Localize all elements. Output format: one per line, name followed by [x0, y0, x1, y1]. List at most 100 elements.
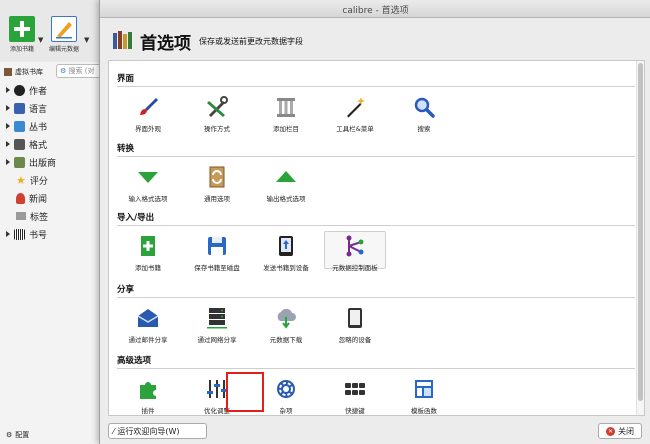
news-icon: [16, 192, 25, 204]
section-divider: [117, 86, 635, 87]
tree-label: 书号: [29, 230, 48, 241]
configure-button[interactable]: ⚙ 配置: [6, 430, 29, 440]
configure-icon: ⚙: [6, 431, 13, 439]
pref-save-to-disk[interactable]: 保存书籍至磁盘: [186, 234, 248, 272]
pref-common-options[interactable]: 通用选项: [186, 165, 248, 203]
pref-label: 输出格式选项: [266, 195, 306, 203]
tree-label: 格式: [29, 140, 48, 151]
pref-label: 杂项: [279, 407, 293, 415]
gear-icon: [277, 380, 295, 398]
server-icon: [207, 308, 227, 329]
tree-label: 新闻: [29, 194, 48, 205]
cloud-download-icon: [277, 308, 296, 329]
pref-label: 忽略的设备: [338, 336, 372, 344]
expand-icon[interactable]: [6, 123, 10, 129]
pref-search[interactable]: 搜索: [393, 95, 455, 133]
welcome-wizard-label: 运行欢迎向导(W): [117, 426, 180, 436]
section-divider: [117, 156, 635, 157]
pref-add-columns[interactable]: 添加栏目: [255, 95, 317, 133]
arrow-down-icon: [138, 172, 158, 183]
section-title-import-export: 导入/导出: [117, 213, 155, 223]
add-book-dropdown-icon[interactable]: ▼: [38, 36, 43, 44]
search-icon: [414, 97, 435, 118]
welcome-wizard-button[interactable]: ⁄ 运行欢迎向导(W): [108, 423, 207, 439]
pref-metadata-plugboards[interactable]: 元数据控制面板: [324, 231, 386, 272]
tree-item-isbn[interactable]: 书号: [6, 227, 47, 241]
tree-label: 出版商: [29, 158, 57, 169]
pref-label: 添加栏目: [273, 125, 299, 133]
tree-item-news[interactable]: 新闻: [16, 191, 47, 205]
search-placeholder: 搜索 (对: [68, 67, 95, 75]
template-icon: [415, 380, 433, 398]
arrow-up-icon: [276, 171, 296, 182]
tree-item-languages[interactable]: 语言: [6, 101, 47, 115]
search-icon: ⚙: [60, 67, 67, 75]
expand-icon[interactable]: [6, 141, 10, 147]
search-input[interactable]: ⚙ 搜索 (对: [56, 64, 102, 78]
barcode-icon: [14, 228, 25, 240]
pref-label: 快捷键: [345, 407, 365, 415]
pref-behavior[interactable]: 操作方式: [186, 95, 248, 133]
preferences-dialog: calibre - 首选项 首选项 保存或发送前更改元数据字段 界面 界面外观 …: [99, 0, 650, 444]
edit-metadata-dropdown-icon[interactable]: ▼: [84, 36, 89, 44]
convert-icon: [209, 166, 225, 188]
device-icon: [279, 236, 293, 256]
pref-template-functions[interactable]: 模板函数: [393, 377, 455, 415]
pref-miscellaneous[interactable]: 杂项: [255, 377, 317, 415]
pref-toolbars-menus[interactable]: 工具栏&菜单: [324, 95, 386, 133]
add-book-label: 添加书籍: [9, 46, 34, 53]
close-icon: ✕: [606, 426, 615, 436]
keyboard-icon: [345, 383, 365, 395]
plugins-highlight-box: [226, 372, 264, 412]
scrollbar-thumb[interactable]: [638, 63, 643, 401]
expand-icon[interactable]: [6, 159, 10, 165]
person-icon: [14, 84, 25, 96]
pref-adding-books[interactable]: 添加书籍: [117, 234, 179, 272]
series-icon: [14, 120, 25, 132]
preferences-panel: 界面 界面外观 操作方式 添加栏目 工具栏&菜单 搜索 转换 输入格式选项 通用…: [108, 60, 645, 416]
virtual-library-button[interactable]: 虚拟书库: [4, 67, 43, 77]
scrollbar[interactable]: [636, 61, 644, 415]
pref-input-options[interactable]: 输入格式选项: [117, 165, 179, 203]
pref-label: 通过邮件分享: [128, 336, 168, 344]
publisher-icon: [14, 156, 25, 168]
tree-label: 评分: [29, 176, 48, 187]
wand-icon: ⁄: [113, 426, 115, 436]
tree-item-authors[interactable]: 作者: [6, 83, 47, 97]
mail-icon: [137, 309, 159, 327]
tree-label: 标签: [30, 212, 49, 223]
edit-metadata-button[interactable]: 编辑元数据: [44, 16, 84, 53]
section-title-conversion: 转换: [117, 144, 135, 154]
add-book-button[interactable]: 添加书籍: [2, 16, 42, 53]
close-button[interactable]: ✕ 关闭: [598, 423, 642, 439]
pref-share-network[interactable]: 通过网络分享: [186, 306, 248, 344]
pref-label: 搜索: [417, 125, 431, 133]
pref-metadata-download[interactable]: 元数据下载: [255, 306, 317, 344]
pref-label: 工具栏&菜单: [336, 125, 374, 133]
page-subtitle: 保存或发送前更改元数据字段: [199, 36, 303, 46]
tree-item-series[interactable]: 丛书: [6, 119, 47, 133]
pref-look-and-feel[interactable]: 界面外观: [117, 95, 179, 133]
tree-item-formats[interactable]: 格式: [6, 137, 47, 151]
expand-icon[interactable]: [6, 105, 10, 111]
pref-ignored-devices[interactable]: 忽略的设备: [324, 306, 386, 344]
dialog-titlebar[interactable]: calibre - 首选项: [100, 0, 650, 18]
pref-output-options[interactable]: 输出格式选项: [255, 165, 317, 203]
pref-label: 模板函数: [411, 407, 437, 415]
pref-label: 发送书籍到设备: [263, 264, 309, 272]
column-icon: [277, 98, 295, 117]
pref-plugins[interactable]: 插件: [117, 377, 179, 415]
pref-share-email[interactable]: 通过邮件分享: [117, 306, 179, 344]
expand-icon[interactable]: [6, 87, 10, 93]
floppy-disk-icon: [208, 237, 226, 255]
puzzle-piece-icon: [140, 382, 156, 399]
dialog-header: 首选项 保存或发送前更改元数据字段: [112, 26, 303, 56]
expand-icon[interactable]: [6, 231, 10, 237]
tree-item-tags[interactable]: 标签: [16, 209, 48, 223]
pref-send-to-device[interactable]: 发送书籍到设备: [255, 234, 317, 272]
tree-item-rating[interactable]: ★ 评分: [16, 173, 48, 187]
language-icon: [14, 102, 25, 114]
pref-shortcuts[interactable]: 快捷键: [324, 377, 386, 415]
tree-item-publishers[interactable]: 出版商: [6, 155, 56, 169]
pref-label: 输入格式选项: [128, 195, 168, 203]
